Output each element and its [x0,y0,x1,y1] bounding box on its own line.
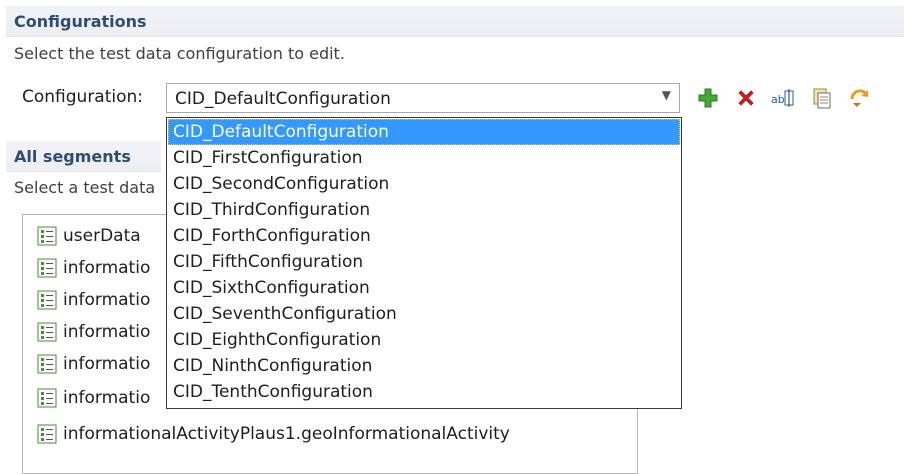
tree-item-label: informatio [63,290,151,310]
delete-configuration-button[interactable] [732,84,760,112]
segment-icon [37,322,57,342]
segments-title: All segments [14,147,131,166]
configurations-description: Select the test data configuration to ed… [14,44,345,63]
add-configuration-button[interactable] [694,84,722,112]
dropdown-option[interactable]: CID_FifthConfiguration [168,249,680,275]
segment-icon [37,226,57,246]
delete-icon [738,90,754,106]
revert-configuration-button[interactable] [846,84,874,112]
add-icon [698,88,718,108]
configuration-combo-value: CID_DefaultConfiguration [175,89,391,109]
configuration-combo[interactable]: CID_DefaultConfiguration ▼ [166,83,680,113]
segments-section-header: All segments [6,141,161,172]
configurations-title: Configurations [14,12,147,31]
dropdown-option[interactable]: CID_DefaultConfiguration [168,119,680,145]
copy-icon [813,88,831,109]
dropdown-option[interactable]: CID_TenthConfiguration [168,379,680,405]
segments-description: Select a test data [14,178,156,197]
segment-icon [37,354,57,374]
tree-item[interactable]: informationalActivityPlaus1.geoInformati… [37,421,510,447]
tree-item-label: informatio [63,322,151,342]
segment-icon [37,424,57,444]
tree-item-label: informatio [63,388,151,408]
tree-item-label: informatio [63,258,151,278]
dropdown-option[interactable]: CID_EighthConfiguration [168,327,680,353]
svg-text:ab: ab [771,93,785,106]
tree-item[interactable]: informatio [37,351,150,377]
copy-configuration-button[interactable] [808,84,836,112]
dropdown-option[interactable]: CID_ThirdConfiguration [168,197,680,223]
revert-icon [850,89,869,107]
rename-configuration-button[interactable]: ab [770,84,798,112]
dropdown-option[interactable]: CID_SecondConfiguration [168,171,680,197]
configurations-section-header: Configurations [6,6,904,37]
tree-item[interactable]: informatio [37,319,150,345]
tree-item[interactable]: informatio [37,385,150,411]
chevron-down-icon[interactable]: ▼ [662,88,671,102]
tree-item-label: informationalActivityPlaus1.geoInformati… [63,424,510,444]
segment-icon [37,258,57,278]
dropdown-option[interactable]: CID_SeventhConfiguration [168,301,680,327]
dropdown-option[interactable]: CID_FirstConfiguration [168,145,680,171]
tree-item[interactable]: informatio [37,287,150,313]
configuration-label: Configuration: [22,87,144,107]
segment-icon [37,290,57,310]
segment-icon [37,388,57,408]
dropdown-option[interactable]: CID_NinthConfiguration [168,353,680,379]
rename-icon: ab [771,89,794,107]
configuration-dropdown-list[interactable]: CID_DefaultConfiguration CID_FirstConfig… [166,117,682,409]
tree-item-label: userData [63,226,141,246]
tree-item-label: informatio [63,354,151,374]
tree-item[interactable]: informatio [37,255,150,281]
dropdown-option[interactable]: CID_ForthConfiguration [168,223,680,249]
dropdown-option[interactable]: CID_SixthConfiguration [168,275,680,301]
tree-item[interactable]: userData [37,223,141,249]
